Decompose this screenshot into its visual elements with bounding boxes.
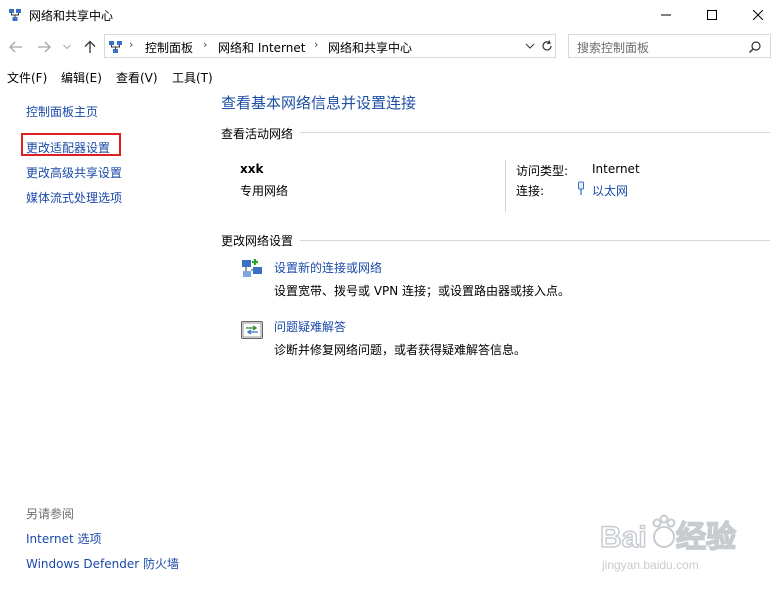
breadcrumb-control-panel[interactable]: 控制面板: [145, 39, 193, 56]
address-dropdown-icon[interactable]: [523, 39, 537, 53]
close-icon: [753, 10, 763, 20]
network-type: 专用网络: [240, 184, 289, 198]
network-name: xxk: [240, 162, 264, 176]
network-divider: [505, 160, 506, 212]
maximize-button[interactable]: [689, 0, 735, 30]
ethernet-connection-link[interactable]: 以太网: [592, 182, 628, 199]
address-bar[interactable]: › 控制面板 › 网络和 Internet › 网络和共享中心: [104, 34, 556, 58]
chevron-down-icon: [63, 44, 71, 50]
svg-text:jingyan.baidu.com: jingyan.baidu.com: [601, 558, 699, 572]
breadcrumb-network-center[interactable]: 网络和共享中心: [328, 39, 412, 56]
title-bar: 网络和共享中心: [0, 0, 781, 30]
refresh-icon[interactable]: [539, 38, 555, 54]
back-button[interactable]: [6, 37, 26, 57]
minimize-icon: [661, 14, 671, 16]
recent-locations-button[interactable]: [60, 37, 74, 57]
network-center-icon: [9, 9, 21, 21]
menu-tools[interactable]: 工具(T): [172, 69, 213, 86]
sidebar-item-control-panel-home[interactable]: 控制面板主页: [26, 103, 98, 120]
page-title: 查看基本网络信息并设置连接: [221, 94, 417, 112]
window-title: 网络和共享中心: [29, 9, 114, 23]
network-setup-icon: [242, 259, 262, 277]
menu-view[interactable]: 查看(V): [116, 69, 158, 86]
search-box[interactable]: 搜索控制面板: [568, 34, 771, 58]
up-arrow-icon: [84, 40, 96, 53]
maximize-icon: [707, 10, 717, 20]
up-button[interactable]: [80, 37, 100, 57]
access-type-value: Internet: [592, 162, 640, 176]
section-divider: [300, 132, 770, 133]
menu-edit[interactable]: 编辑(E): [61, 69, 102, 86]
svg-text:经验: 经验: [676, 520, 736, 554]
troubleshoot-icon: [241, 321, 263, 339]
minimize-button[interactable]: [643, 0, 689, 30]
troubleshoot-description: 诊断并修复网络问题，或者获得疑难解答信息。: [274, 343, 527, 357]
breadcrumb-separator-icon: ›: [203, 38, 208, 51]
sidebar-item-change-adapter-settings[interactable]: 更改适配器设置: [26, 139, 110, 156]
section-divider: [300, 240, 770, 241]
control-panel-icon: [109, 41, 122, 53]
setup-new-connection-link[interactable]: 设置新的连接或网络: [274, 259, 382, 276]
breadcrumb-separator-icon: ›: [129, 38, 134, 51]
baidu-jingyan-watermark: Bai 经验 jingyan.baidu.com: [599, 514, 737, 572]
setup-new-connection-description: 设置宽带、拨号或 VPN 连接；或设置路由器或接入点。: [274, 284, 571, 298]
ethernet-icon: [578, 181, 584, 195]
see-also-firewall[interactable]: Windows Defender 防火墙: [26, 555, 179, 572]
forward-button[interactable]: [34, 37, 54, 57]
connection-label: 连接:: [516, 184, 545, 198]
close-button[interactable]: [735, 0, 781, 30]
navigation-bar: › 控制面板 › 网络和 Internet › 网络和共享中心 搜索控制面板: [0, 33, 781, 61]
active-networks-heading: 查看活动网络: [221, 127, 294, 141]
search-placeholder: 搜索控制面板: [577, 41, 650, 55]
troubleshoot-link[interactable]: 问题疑难解答: [274, 318, 346, 335]
breadcrumb-separator-icon: ›: [314, 38, 319, 51]
svg-text:Bai: Bai: [600, 521, 647, 554]
see-also-heading: 另请参阅: [26, 507, 75, 521]
breadcrumb-network-internet[interactable]: 网络和 Internet: [218, 39, 305, 56]
menu-file[interactable]: 文件(F): [7, 69, 47, 86]
sidebar-item-media-streaming[interactable]: 媒体流式处理选项: [26, 189, 122, 206]
forward-arrow-icon: [38, 41, 51, 53]
change-settings-heading: 更改网络设置: [221, 234, 294, 248]
back-arrow-icon: [9, 41, 22, 53]
see-also-internet-options[interactable]: Internet 选项: [26, 530, 101, 547]
menu-bar: 文件(F) 编辑(E) 查看(V) 工具(T): [0, 66, 781, 88]
sidebar-item-advanced-sharing[interactable]: 更改高级共享设置: [26, 164, 122, 181]
access-type-label: 访问类型:: [516, 164, 569, 178]
search-icon[interactable]: [748, 40, 762, 54]
